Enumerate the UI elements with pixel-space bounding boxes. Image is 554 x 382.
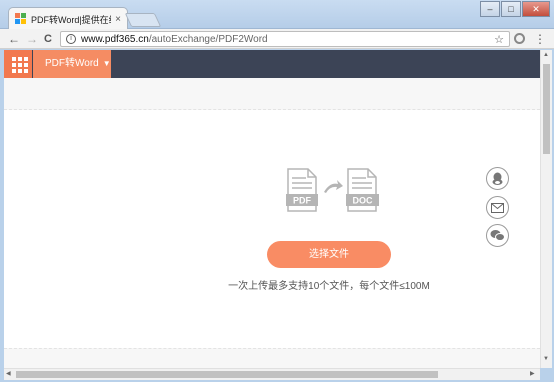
apps-grid-icon[interactable] xyxy=(4,50,32,78)
horizontal-scroll-thumb[interactable] xyxy=(16,371,438,378)
browser-titlebar: PDF转Word|提供在线PDF × – □ ✕ xyxy=(0,0,554,30)
scroll-right-icon[interactable]: ▶ xyxy=(530,370,535,377)
tab-title: PDF转Word|提供在线PDF xyxy=(31,14,111,25)
site-header: PDF转Word ▼ xyxy=(4,50,540,78)
browser-menu-icon[interactable]: ⋮ xyxy=(534,32,546,46)
site-info-icon[interactable]: i xyxy=(66,34,76,44)
horizontal-scrollbar[interactable]: ◀ ▶ xyxy=(4,368,540,380)
address-bar[interactable]: i www.pdf365.cn/autoExchange/PDF2Word ☆ xyxy=(60,31,510,47)
arrow-right-icon xyxy=(324,180,343,193)
choose-file-button[interactable]: 选择文件 xyxy=(267,241,391,268)
pdf365-favicon-icon xyxy=(15,13,27,25)
tab-close-icon[interactable]: × xyxy=(115,14,121,25)
forward-button[interactable]: → xyxy=(26,32,38,46)
close-window-button[interactable]: ✕ xyxy=(522,1,550,17)
top-band xyxy=(4,78,540,110)
scroll-left-icon[interactable]: ◀ xyxy=(6,370,11,377)
conversion-type-label: PDF转Word xyxy=(45,58,99,69)
browser-tab[interactable]: PDF转Word|提供在线PDF × xyxy=(8,7,128,30)
bookmark-star-icon[interactable]: ☆ xyxy=(494,33,504,46)
pdf-file-icon: PDF xyxy=(286,168,318,212)
window-controls: – □ ✕ xyxy=(479,1,550,17)
address-url: www.pdf365.cn/autoExchange/PDF2Word xyxy=(81,34,268,45)
extension-icon[interactable] xyxy=(514,33,525,44)
doc-label: DOC xyxy=(353,196,374,206)
minimize-button[interactable]: – xyxy=(480,1,500,17)
url-path: /autoExchange/PDF2Word xyxy=(148,33,268,45)
scroll-down-icon[interactable]: ▼ xyxy=(543,356,549,362)
new-tab-button[interactable] xyxy=(124,13,162,27)
vertical-scroll-thumb[interactable] xyxy=(543,64,550,154)
email-icon xyxy=(491,202,504,213)
back-button[interactable]: ← xyxy=(8,32,20,46)
pdf-to-doc-illustration: PDF DOC xyxy=(286,168,379,212)
vertical-scrollbar[interactable]: ▲ ▼ xyxy=(540,50,552,368)
page-viewport: PDF转Word ▼ PDF DOC 选择文件 一次上传最多支持10个文件，每个文… xyxy=(4,50,540,368)
reload-button[interactable]: C xyxy=(44,32,52,46)
wechat-icon xyxy=(490,230,505,241)
upload-limit-hint: 一次上传最多支持10个文件，每个文件≤100M xyxy=(228,281,430,292)
email-contact-button[interactable] xyxy=(486,196,509,219)
scroll-up-icon[interactable]: ▲ xyxy=(543,52,549,58)
caret-down-icon: ▼ xyxy=(102,59,111,68)
maximize-button[interactable]: □ xyxy=(501,1,521,17)
conversion-type-menu[interactable]: PDF转Word ▼ xyxy=(33,50,111,78)
url-host: www.pdf365.cn xyxy=(81,33,149,45)
qq-icon xyxy=(492,172,503,185)
bottom-band xyxy=(4,348,540,368)
doc-file-icon: DOC xyxy=(346,168,379,212)
pdf-label: PDF xyxy=(293,196,312,206)
qq-contact-button[interactable] xyxy=(486,167,509,190)
wechat-contact-button[interactable] xyxy=(486,224,509,247)
browser-toolbar: ← → C i www.pdf365.cn/autoExchange/PDF2W… xyxy=(0,29,554,49)
